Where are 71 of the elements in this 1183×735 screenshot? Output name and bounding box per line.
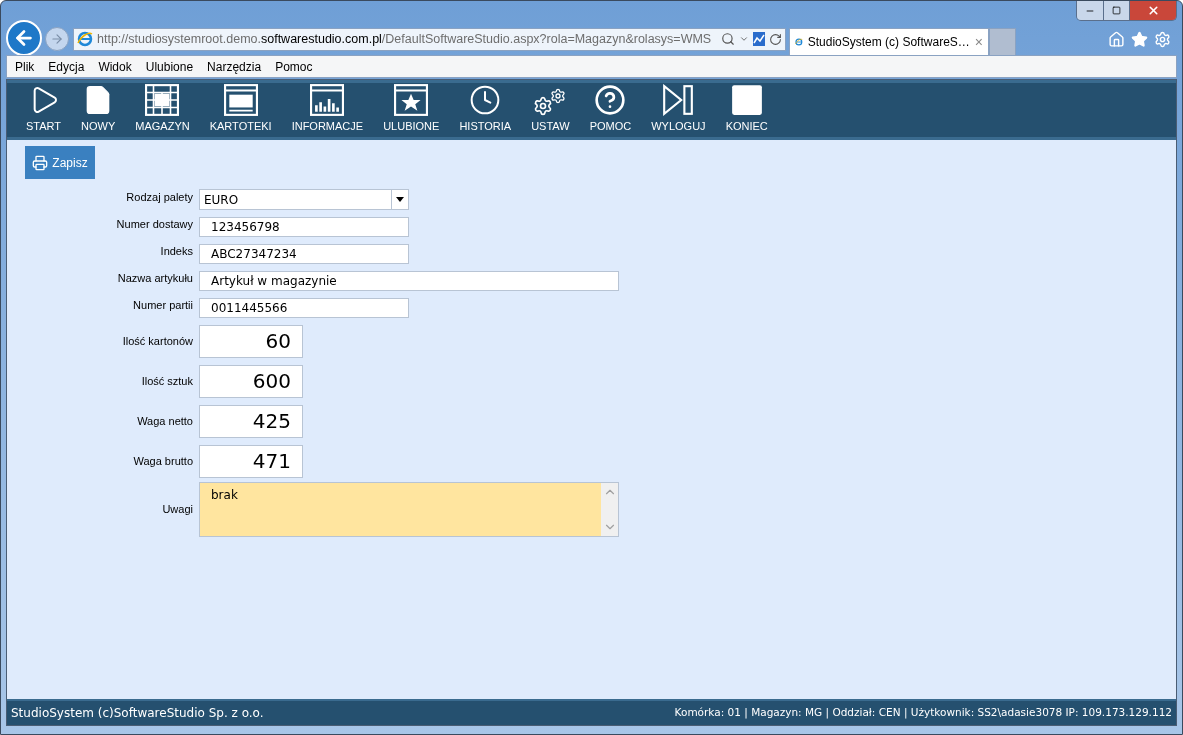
field-label: Indeks bbox=[159, 244, 193, 259]
star-icon[interactable] bbox=[1131, 30, 1148, 48]
field-label: Ilość sztuk bbox=[140, 373, 193, 389]
toolbar-button[interactable]: USTAW bbox=[522, 83, 579, 137]
field-label: Uwagi bbox=[161, 502, 193, 518]
address-text: http://studiosystemroot.demo.softwarestudio.com.pl/DefaultSoftwareStudio.aspx?rola=Magazyn&rolasys=WMS bbox=[97, 30, 713, 48]
select-field[interactable]: EURO bbox=[199, 189, 409, 210]
grid-icon bbox=[145, 83, 180, 116]
forward-button[interactable] bbox=[45, 27, 69, 51]
window-icon bbox=[223, 83, 258, 116]
number-field[interactable]: 471 bbox=[199, 444, 303, 478]
close-button[interactable] bbox=[1130, 1, 1176, 20]
field-label: Rodzaj palety bbox=[125, 190, 193, 205]
toolbar-button[interactable]: MAGAZYN bbox=[126, 83, 199, 137]
menu-item[interactable]: Ulubione bbox=[145, 57, 194, 76]
arrow-right-icon bbox=[50, 32, 64, 46]
menu-item[interactable]: Edycja bbox=[48, 57, 85, 76]
number-field[interactable]: 425 bbox=[199, 404, 303, 438]
toolbar-button[interactable]: KONIEC bbox=[716, 83, 777, 137]
dropdown-icon[interactable] bbox=[739, 34, 749, 44]
browser-logo-icon bbox=[77, 31, 93, 47]
text-field[interactable]: ABC27347234 bbox=[199, 243, 409, 264]
toolbar-button[interactable]: WYLOGUJ bbox=[642, 83, 715, 137]
compatibility-icon[interactable] bbox=[753, 32, 765, 46]
maximize-icon bbox=[1112, 6, 1121, 15]
field-label: Ilość kartonów bbox=[121, 333, 193, 349]
text-field[interactable]: 123456798 bbox=[199, 216, 409, 237]
field-label: Waga brutto bbox=[132, 453, 193, 469]
text-field[interactable]: Artykuł w magazynie bbox=[199, 270, 619, 291]
caret-icon bbox=[396, 197, 404, 202]
tab-title: StudioSystem (c) SoftwareS… bbox=[807, 34, 970, 51]
settings-icon[interactable] bbox=[1154, 30, 1171, 48]
number-field[interactable]: 600 bbox=[199, 364, 303, 398]
toolbar-button[interactable]: INFORMACJE bbox=[282, 83, 373, 137]
play-bar-icon bbox=[661, 83, 696, 116]
chart-window-icon bbox=[310, 83, 345, 116]
maximize-button[interactable] bbox=[1104, 1, 1130, 20]
number-field[interactable]: 60 bbox=[199, 324, 303, 358]
field-label: Numer partii bbox=[132, 298, 193, 313]
close-icon bbox=[1146, 4, 1160, 17]
save-button[interactable]: Zapisz bbox=[25, 146, 95, 179]
star-window-icon bbox=[394, 83, 429, 116]
status-right: Komórka: 01 | Magazyn: MG | Oddział: CEN | Użytkownik: SS2\adasie3078 IP: 109.173.129.112 bbox=[674, 705, 1172, 721]
refresh-icon[interactable] bbox=[769, 32, 782, 46]
printer-icon bbox=[32, 154, 49, 171]
notes-field[interactable]: brak bbox=[199, 482, 619, 537]
field-label: Waga netto bbox=[136, 413, 193, 429]
square-icon bbox=[729, 83, 764, 116]
menu-item[interactable]: Plik bbox=[15, 57, 35, 76]
home-icon[interactable] bbox=[1108, 30, 1125, 48]
toolbar-button[interactable]: KARTOTEKI bbox=[200, 83, 281, 137]
help-icon bbox=[593, 83, 628, 116]
toolbar-button[interactable]: HISTORIA bbox=[450, 83, 521, 137]
tab-close-button[interactable]: × bbox=[974, 31, 983, 53]
menu-item[interactable]: Pomoc bbox=[275, 57, 313, 76]
toolbar-button[interactable]: ULUBIONE bbox=[374, 83, 449, 137]
text-field[interactable]: 0011445566 bbox=[199, 297, 409, 318]
search-icon[interactable] bbox=[721, 32, 735, 46]
status-left: StudioSystem (c)SoftwareStudio Sp. z o.o. bbox=[11, 705, 264, 722]
toolbar-button[interactable]: NOWY bbox=[72, 83, 125, 137]
menu-item[interactable]: Widok bbox=[98, 57, 132, 76]
address-bar[interactable]: http://studiosystemroot.demo.softwarestudio.com.pl/DefaultSoftwareStudio.aspx?rola=Magazyn&rolasys=WMS bbox=[73, 27, 786, 51]
browser-tab[interactable]: StudioSystem (c) SoftwareS… × bbox=[789, 28, 989, 55]
toolbar-button[interactable]: POMOC bbox=[580, 83, 641, 137]
field-label: Numer dostawy bbox=[115, 217, 193, 232]
scrollbar[interactable] bbox=[601, 483, 618, 536]
toolbar-button[interactable]: START bbox=[17, 83, 71, 137]
menu-item[interactable]: Narzędzia bbox=[207, 57, 262, 76]
back-button[interactable] bbox=[6, 20, 42, 56]
field-label: Nazwa artykułu bbox=[116, 271, 193, 286]
minimize-button[interactable] bbox=[1077, 1, 1104, 20]
